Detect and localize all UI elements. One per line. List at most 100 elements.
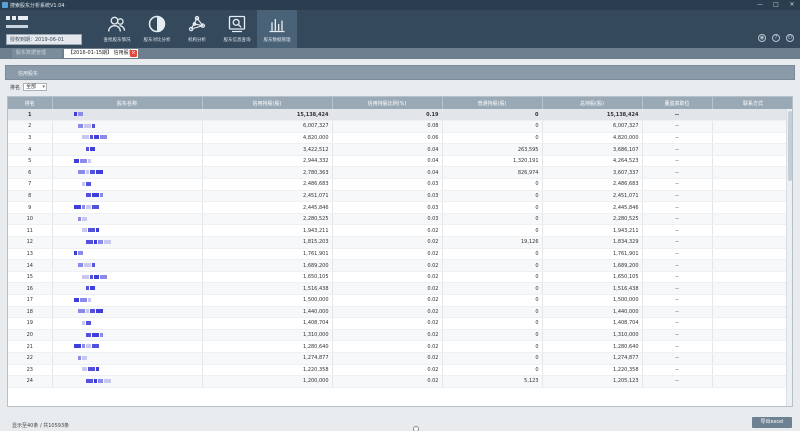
- table-row[interactable]: 15 1,650,105 0.02 0 1,650,105 --: [8, 271, 792, 284]
- cell-ratio: 0.02: [332, 271, 443, 284]
- shareholder-name-redacted: [52, 271, 203, 284]
- close-icon[interactable]: ✕: [788, 1, 796, 9]
- table-row[interactable]: 10 2,280,525 0.03 0 2,280,525 --: [8, 213, 792, 226]
- rank-filter: 排名 全部: [10, 83, 48, 91]
- table-row[interactable]: 5 2,944,332 0.04 1,320,191 4,264,523 --: [8, 155, 792, 168]
- table-row[interactable]: 20 1,310,000 0.02 0 1,310,000 --: [8, 329, 792, 342]
- nav-label: 机构分析: [188, 38, 206, 43]
- cell-credit: 1,689,200: [202, 259, 333, 272]
- column-header[interactable]: 股东名称: [52, 97, 203, 109]
- users-icon: [108, 16, 126, 32]
- cell-normal: 1,320,191: [442, 155, 543, 168]
- panel-title: 信用股东: [18, 71, 39, 77]
- table-row[interactable]: 7 2,486,683 0.03 0 2,486,683 --: [8, 178, 792, 191]
- column-header[interactable]: 信用持股(股): [202, 97, 333, 109]
- cell-normal: 0: [442, 190, 543, 203]
- shareholder-name-redacted: [52, 282, 203, 295]
- cell-total: 1,408,704: [542, 317, 643, 330]
- shareholder-name-redacted: [52, 317, 203, 330]
- shareholder-name-redacted: [52, 120, 203, 133]
- cell-credit: 2,280,525: [202, 213, 333, 226]
- rank-select[interactable]: 全部: [23, 83, 48, 91]
- table-row[interactable]: 16 1,516,438 0.02 0 1,516,438 --: [8, 282, 792, 295]
- cell-pos: --: [642, 236, 713, 249]
- tab-credit-shareholders[interactable]: 【2016-01-15期】 信用股东 ×: [64, 49, 138, 58]
- table-row[interactable]: 24 1,200,000 0.02 5,123 1,205,123 --: [8, 375, 792, 388]
- cell-pos: --: [642, 259, 713, 272]
- column-header[interactable]: 总持股(股): [542, 97, 643, 109]
- cell-pos: --: [642, 282, 713, 295]
- contact-redacted: [712, 364, 792, 377]
- table-row[interactable]: 3 4,820,000 0.06 0 4,820,000 --: [8, 132, 792, 145]
- tab-close-icon[interactable]: ×: [130, 50, 137, 57]
- cell-ratio: 0.03: [332, 201, 443, 214]
- nav-item-find-shareholders[interactable]: 查找股东情况: [97, 10, 137, 48]
- column-header[interactable]: 信用持股比例(%): [332, 97, 443, 109]
- cell-normal: 0: [442, 352, 543, 365]
- table-row[interactable]: 4 3,422,512 0.04 263,595 3,686,107 --: [8, 143, 792, 156]
- table-row[interactable]: 11 1,943,211 0.02 0 1,943,211 --: [8, 224, 792, 238]
- table-row[interactable]: 19 1,408,704 0.02 0 1,408,704 --: [8, 317, 792, 330]
- cell-total: 3,607,337: [542, 166, 643, 180]
- minimize-icon[interactable]: —: [756, 1, 764, 9]
- cell-total: 1,689,200: [542, 259, 643, 272]
- table-row[interactable]: 14 1,689,200 0.02 0 1,689,200 --: [8, 259, 792, 272]
- export-excel-button[interactable]: 导出excel: [752, 417, 792, 428]
- contact-redacted: [712, 259, 792, 272]
- table-row[interactable]: 9 2,445,846 0.03 0 2,445,846 --: [8, 201, 792, 214]
- tab-data-manage[interactable]: 股东数据管理: [12, 49, 62, 58]
- table-row[interactable]: 22 1,274,877 0.02 0 1,274,877 --: [8, 352, 792, 365]
- shareholder-name-redacted: [52, 329, 203, 342]
- cell-credit: 1,516,438: [202, 282, 333, 295]
- cell-pos: --: [642, 294, 713, 307]
- table-row[interactable]: 23 1,220,358 0.02 0 1,220,358 --: [8, 364, 792, 377]
- bottom-resize-handle[interactable]: [413, 426, 419, 431]
- cell-ratio: 0.08: [332, 120, 443, 133]
- table-row[interactable]: 17 1,500,000 0.02 0 1,500,000 --: [8, 294, 792, 307]
- table-row[interactable]: 12 1,815,203 0.02 19,126 1,834,329 --: [8, 236, 792, 249]
- cell-pos: --: [642, 317, 713, 330]
- cell-pos: --: [642, 340, 713, 353]
- cell-credit: 1,500,000: [202, 294, 333, 307]
- table-row[interactable]: 18 1,440,000 0.02 0 1,440,000 --: [8, 306, 792, 319]
- cell-total: 15,138,424: [542, 109, 643, 122]
- table-row[interactable]: 6 2,780,363 0.04 826,974 3,607,337 --: [8, 166, 792, 180]
- cell-rank: 1: [8, 109, 53, 122]
- cell-credit: 2,451,071: [202, 190, 333, 203]
- column-header[interactable]: 排名: [8, 97, 53, 109]
- help-icon[interactable]: ?: [772, 34, 780, 42]
- column-header[interactable]: 普通持股(股): [442, 97, 543, 109]
- cell-rank: 17: [8, 294, 53, 307]
- power-icon[interactable]: ⏻: [786, 34, 794, 42]
- cell-ratio: 0.04: [332, 143, 443, 156]
- table-row[interactable]: 13 1,761,901 0.02 0 1,761,901 --: [8, 248, 792, 261]
- contact-redacted: [712, 375, 792, 388]
- nav-item-query[interactable]: 股东信息查询: [217, 10, 257, 48]
- cell-pos: --: [642, 329, 713, 342]
- shareholder-name-redacted: [52, 259, 203, 272]
- contact-redacted: [712, 352, 792, 365]
- user-icon[interactable]: ◉: [758, 34, 766, 42]
- cell-normal: 0: [442, 271, 543, 284]
- cell-credit: 2,445,846: [202, 201, 333, 214]
- nav-item-data-manage[interactable]: 股东数据管理: [257, 10, 297, 48]
- cell-credit: 6,007,327: [202, 120, 333, 133]
- nav-item-institution[interactable]: 机构分析: [177, 10, 217, 48]
- column-header[interactable]: 董监高职位: [642, 97, 713, 109]
- table-row[interactable]: 2 6,007,327 0.08 0 6,007,327 --: [8, 120, 792, 133]
- scrollbar-thumb[interactable]: [788, 111, 792, 181]
- vertical-scrollbar[interactable]: [786, 109, 792, 406]
- cell-credit: 1,440,000: [202, 306, 333, 319]
- nav-item-compare[interactable]: 股东对比分析: [137, 10, 177, 48]
- cell-credit: 1,650,105: [202, 271, 333, 284]
- cell-total: 1,650,105: [542, 271, 643, 284]
- shareholder-name-redacted: [52, 178, 203, 191]
- search-screen-icon: [228, 15, 246, 33]
- cell-ratio: 0.03: [332, 213, 443, 226]
- cell-ratio: 0.19: [332, 109, 443, 122]
- column-header[interactable]: 联系方式: [712, 97, 792, 109]
- maximize-icon[interactable]: □: [772, 1, 780, 9]
- table-row[interactable]: 1 15,138,424 0.19 0 15,138,424 --: [8, 109, 792, 122]
- table-row[interactable]: 8 2,451,071 0.03 0 2,451,071 --: [8, 190, 792, 203]
- table-row[interactable]: 21 1,280,640 0.02 0 1,280,640 --: [8, 340, 792, 353]
